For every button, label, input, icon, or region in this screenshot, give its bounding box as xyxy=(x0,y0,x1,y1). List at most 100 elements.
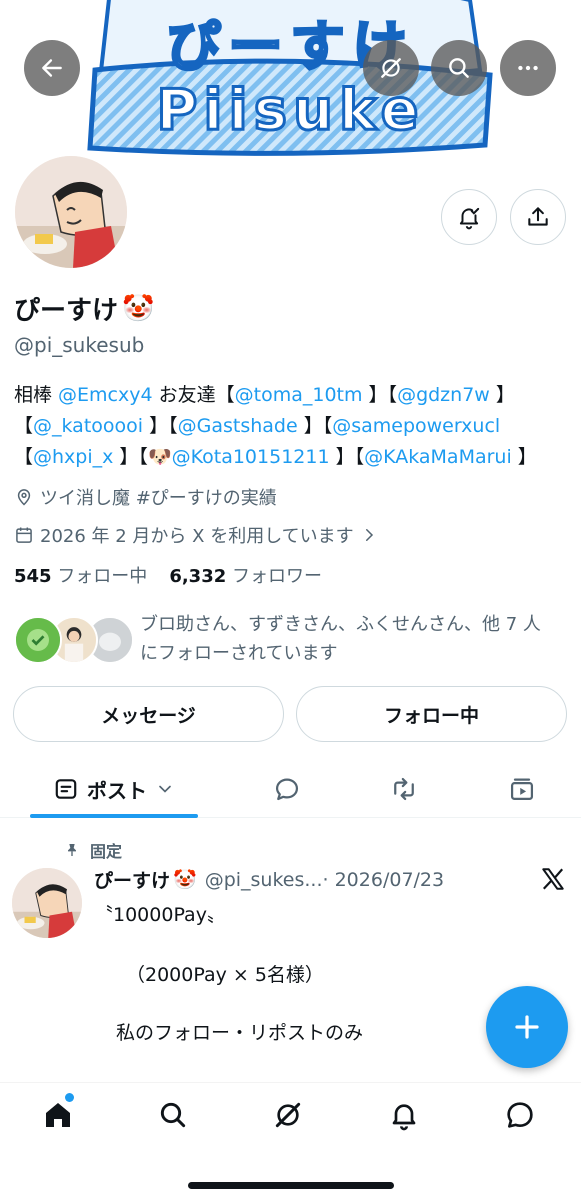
message-icon xyxy=(507,1102,533,1128)
bio-line-2: 【@_katooooi 】【@Gastshade 】【@samepowerxuc… xyxy=(14,411,574,442)
mention-link[interactable]: @samepowerxucl xyxy=(332,415,500,437)
profile-tabs: ポスト xyxy=(0,760,581,818)
profile-banner[interactable]: ぴーすけ Piisuke xyxy=(0,0,581,160)
follow-stats: 545 フォロー中 6,332 フォロワー xyxy=(14,562,322,588)
search-icon xyxy=(160,1102,186,1128)
calendar-icon xyxy=(16,527,32,543)
back-button[interactable] xyxy=(24,40,80,96)
share-icon xyxy=(528,207,548,226)
follower-avatar xyxy=(14,616,62,664)
tab-reposts[interactable] xyxy=(372,760,436,818)
clown-emoji: 🤡 xyxy=(122,293,155,324)
profile-bio: 相棒 @Emcxy4 お友達【@toma_10tm 】【@gdzn7w 】 【@… xyxy=(14,380,574,473)
profile-name: ぴーすけ 🤡 xyxy=(14,290,154,327)
banner-logo-top: ぴーすけ xyxy=(165,14,415,80)
mention-link[interactable]: @KAkaMaMarui xyxy=(364,446,512,468)
following-label: フォロー中 xyxy=(57,566,148,587)
mention-link[interactable]: @_katooooi xyxy=(33,415,143,437)
profile-name-text: ぴーすけ xyxy=(14,296,119,326)
profile-location: ツイ消し魔 #ぴーすけの実績 xyxy=(14,484,277,510)
nav-notifications[interactable] xyxy=(384,1095,424,1135)
clown-emoji: 🤡 xyxy=(173,869,197,891)
followed-by[interactable]: ブロ助さん、すずきさん、ふくせんさん、他 7 人 にフォローされています xyxy=(14,610,574,670)
bell-check-icon xyxy=(459,207,480,230)
post-header: ぴーすけ 🤡 @pi_sukes... · 2026/07/23 xyxy=(94,866,564,893)
compose-button[interactable] xyxy=(486,986,568,1068)
search-button[interactable] xyxy=(431,40,487,96)
search-icon xyxy=(449,58,469,78)
bio-line-3: 【@hxpi_x 】【🐶@Kota10151211 】【@KAkaMaMarui… xyxy=(14,442,574,473)
avatar-image xyxy=(12,868,82,938)
bio-text: 】【 xyxy=(113,446,148,468)
mention-link[interactable]: @Emcxy4 xyxy=(58,384,153,406)
chevron-down-icon xyxy=(159,785,171,793)
share-button[interactable] xyxy=(510,189,566,245)
followers-count: 6,332 xyxy=(169,566,227,587)
tab-replies[interactable] xyxy=(255,760,319,818)
post-author-avatar[interactable] xyxy=(12,868,82,938)
media-icon xyxy=(510,778,534,801)
banner-logo-bottom: Piisuke xyxy=(155,77,425,145)
active-tab-indicator xyxy=(30,814,198,818)
grok-icon xyxy=(381,58,401,78)
dog-emoji: 🐶 xyxy=(147,446,172,468)
mention-link[interactable]: @Gastshade xyxy=(178,415,298,437)
pin-icon xyxy=(68,844,76,856)
reply-icon xyxy=(275,778,299,801)
new-posts-dot xyxy=(65,1093,74,1102)
followed-by-line-1: ブロ助さん、すずきさん、ふくせんさん、他 7 人 xyxy=(140,614,541,635)
home-indicator xyxy=(188,1182,394,1189)
joined-text: 2026 年 2 月から X を利用しています xyxy=(40,526,354,547)
mention-link[interactable]: @gdzn7w xyxy=(397,384,490,406)
mention-link[interactable]: @Kota10151211 xyxy=(172,446,330,468)
posts-icon xyxy=(55,779,77,799)
bio-text: 】【 xyxy=(297,415,333,437)
bell-icon xyxy=(392,1104,416,1131)
bio-text: 】 xyxy=(489,384,515,406)
bio-text: 】【 xyxy=(329,446,365,468)
profile-joined[interactable]: 2026 年 2 月から X を利用しています xyxy=(14,522,378,548)
following-button[interactable]: フォロー中 xyxy=(296,686,567,742)
location-pin-icon xyxy=(17,489,31,506)
chevron-right-icon xyxy=(365,529,373,541)
post-text-line-2: （2000Pay × 5名様） xyxy=(126,964,324,986)
bio-text: 】【 xyxy=(143,415,178,437)
back-arrow-icon xyxy=(42,59,62,77)
nav-explore[interactable] xyxy=(153,1095,193,1135)
bio-text: お友達【 xyxy=(152,384,235,406)
bio-text: 【 xyxy=(14,415,34,437)
bio-text: 】 xyxy=(511,446,537,468)
following-count: 545 xyxy=(14,566,52,587)
post-author-name-text: ぴーすけ xyxy=(94,870,171,892)
followed-by-avatars xyxy=(14,616,134,666)
mention-link[interactable]: @toma_10tm xyxy=(235,384,363,406)
notify-button[interactable] xyxy=(441,189,497,245)
nav-grok[interactable] xyxy=(268,1095,308,1135)
message-button[interactable]: メッセージ xyxy=(13,686,284,742)
pinned-indicator: 固定 xyxy=(64,838,122,862)
tab-media[interactable] xyxy=(490,760,554,818)
post-date: · 2026/07/23 xyxy=(322,868,445,891)
pinned-label: 固定 xyxy=(90,842,123,861)
mention-link[interactable]: @hxpi_x xyxy=(33,446,113,468)
followers-link[interactable]: 6,332 フォロワー xyxy=(169,562,322,588)
nav-messages[interactable] xyxy=(500,1095,540,1135)
grok-button[interactable] xyxy=(363,40,419,96)
post-text-line-1: 〝10000Pay〟 xyxy=(94,904,226,926)
following-link[interactable]: 545 フォロー中 xyxy=(14,562,147,588)
bio-text: 相棒 xyxy=(14,384,59,406)
post-author-name[interactable]: ぴーすけ 🤡 xyxy=(94,866,197,893)
bio-text: 【 xyxy=(14,446,34,468)
repost-icon xyxy=(394,777,414,801)
avatar-image xyxy=(15,156,127,268)
location-text: ツイ消し魔 #ぴーすけの実績 xyxy=(40,488,277,509)
bio-line-1: 相棒 @Emcxy4 お友達【@toma_10tm 】【@gdzn7w 】 xyxy=(14,380,574,411)
tab-posts-label: ポスト xyxy=(87,778,147,803)
profile-avatar[interactable] xyxy=(11,152,131,272)
tab-posts[interactable]: ポスト xyxy=(30,760,198,818)
followers-label: フォロワー xyxy=(231,566,322,587)
bio-text: 】【 xyxy=(362,384,398,406)
more-button[interactable] xyxy=(500,40,556,96)
more-icon xyxy=(518,65,538,71)
plus-icon xyxy=(515,1015,539,1039)
